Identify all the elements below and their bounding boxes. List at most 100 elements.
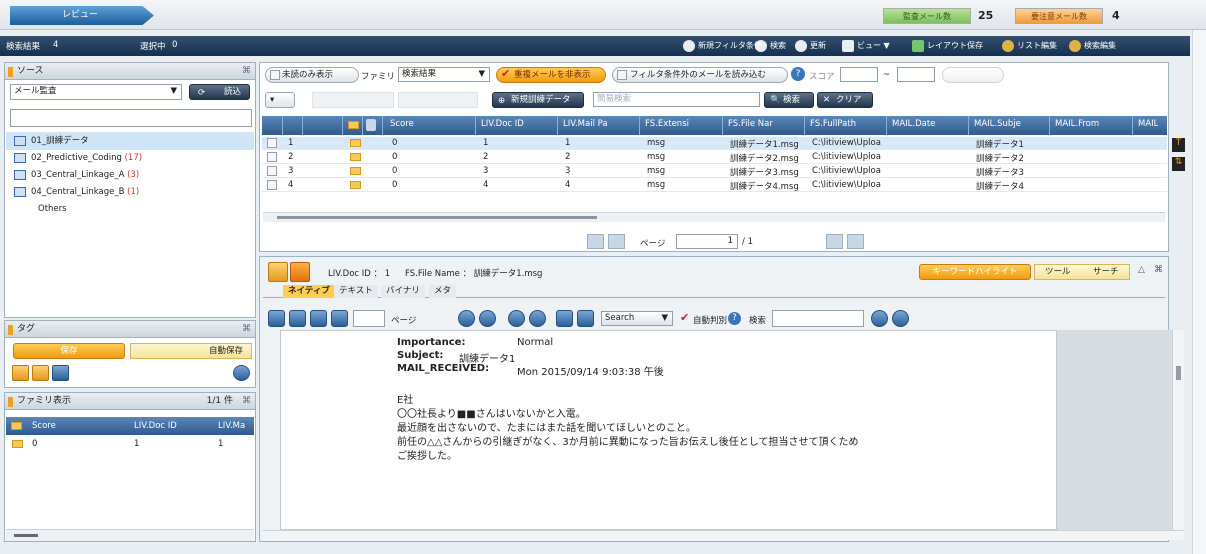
help-icon[interactable]: ? [791,67,805,81]
search-tab[interactable]: サーチ [1093,265,1119,279]
search-mode-select[interactable]: Search ▼ [601,311,673,326]
search-button[interactable]: 検索 [753,38,790,54]
row-checkbox[interactable] [267,138,277,148]
find-next-icon[interactable] [892,310,909,327]
tree-item-training[interactable]: 01_訓練データ [14,133,89,149]
tab-native[interactable]: ネイティブ [283,285,335,298]
tree-item-central-a[interactable]: 03_Central_Linkage_A (3) [14,167,139,183]
viewer-back-icon[interactable] [268,262,288,282]
family-select[interactable]: 検索結果 ▼ [398,67,490,82]
tree-item-others[interactable]: Others [14,201,67,217]
close-icon[interactable]: ⌘ [242,63,251,80]
quick-search-input[interactable]: 簡易検索 [593,92,760,107]
pen-icon[interactable] [268,310,285,327]
tag-add-icon[interactable] [12,365,29,381]
source-filter-input[interactable] [10,109,252,127]
tree-item-predictive[interactable]: 02_Predictive_Coding (17) [14,150,142,166]
family-hscrollbar[interactable] [6,529,254,541]
tab-meta[interactable]: メタ [429,285,457,298]
col-score[interactable]: Score [390,119,414,129]
load-button[interactable]: ⟳ 読込 [189,84,250,100]
col-mail-from[interactable]: MAIL.From [1055,119,1099,129]
row-menu-button[interactable]: ▾ [265,92,295,108]
tab-text[interactable]: テキスト [334,285,378,298]
rotate-left-icon[interactable] [508,310,525,327]
keyword-highlight-button[interactable]: キーワードハイライト [919,264,1031,280]
col-mail-date[interactable]: MAIL.Date [892,119,935,129]
document-hscrollbar[interactable] [263,530,1184,540]
col-mail-subject[interactable]: MAIL.Subje [974,119,1021,129]
scroll-thumb[interactable] [1176,366,1181,380]
table-row[interactable]: 1 0 1 1 msg 訓練データ1.msg C:\litiview\Uploa… [262,137,1167,150]
tools-tab[interactable]: ツール [1045,265,1071,279]
collapse-icon[interactable]: △ [1138,265,1145,275]
edit-list-button[interactable]: リスト編集 [1000,38,1061,54]
pin-icon[interactable]: ⌘ [1154,265,1163,275]
save-layout-button[interactable]: レイアウト保存 [910,38,987,54]
family-col-docid[interactable]: LIV.Doc ID [134,421,177,431]
fit-page-icon[interactable] [556,310,573,327]
view-menu-button[interactable]: ビュー ▼ [840,38,894,54]
quick-search-button[interactable]: 🔍 検索 [764,92,814,108]
sort-toggle-icon[interactable]: ⇅ [1172,157,1185,171]
zoom-out-icon[interactable] [479,310,496,327]
checkbox[interactable] [270,70,280,80]
viewer-person-icon[interactable] [290,262,310,282]
close-icon[interactable]: ⌘ [242,321,251,338]
clock-icon[interactable] [233,365,250,381]
source-select[interactable]: メール監査 ▼ [10,84,182,100]
col-extension[interactable]: FS.Extensi [645,119,689,129]
viewer-page-input[interactable] [353,310,385,327]
grid-hscrollbar[interactable] [263,212,1165,222]
family-col-score[interactable]: Score [32,421,56,431]
eraser-icon[interactable] [289,310,306,327]
edit-search-button[interactable]: 検索編集 [1067,38,1120,54]
score-min-input[interactable] [840,67,878,82]
checkbox[interactable] [617,70,627,80]
clear-button[interactable]: ✕ クリア [817,92,873,108]
row-checkbox[interactable] [267,180,277,190]
last-page-button[interactable] [847,234,864,249]
tag-save-button[interactable]: 保存 [13,343,125,359]
window-vscrollbar[interactable] [1192,30,1206,554]
viewer-search-input[interactable] [772,310,864,327]
disabled-button[interactable] [398,92,478,108]
help-icon[interactable]: ? [728,312,741,325]
disabled-button[interactable] [312,92,394,108]
tag-remove-icon[interactable] [52,365,69,381]
scroll-thumb[interactable] [277,216,597,219]
unread-only-toggle[interactable]: 未読のみ表示 [265,67,359,83]
prev-page-button[interactable] [608,234,625,249]
refresh-view-icon[interactable] [577,310,594,327]
row-checkbox[interactable] [267,152,277,162]
load-filter-toggle[interactable]: フィルタ条件外のメールを読み込む [612,67,788,83]
col-doc-id[interactable]: LIV.Doc ID [481,119,524,129]
page-next-icon[interactable] [331,310,348,327]
autosave-toggle[interactable]: 自動保存 [130,343,252,359]
tab-binary[interactable]: バイナリ [381,285,425,298]
family-col-mail[interactable]: LIV.Ma [218,421,245,431]
scroll-thumb[interactable] [14,534,38,537]
close-icon[interactable]: ⌘ [242,393,251,410]
page-prev-icon[interactable] [310,310,327,327]
row-checkbox[interactable] [267,166,277,176]
sort-desc-icon[interactable]: T [1172,138,1185,152]
zoom-in-icon[interactable] [458,310,475,327]
page-input[interactable]: 1 [676,234,738,249]
new-training-data-button[interactable]: ⊕ 新規訓練データ [492,92,584,108]
hide-duplicates-toggle[interactable]: ✔ 重複メールを非表示 [496,67,606,83]
refresh-button[interactable]: 更新 [793,38,830,54]
col-full-path[interactable]: FS.FullPath [810,119,856,129]
table-row[interactable]: 2 0 2 2 msg 訓練データ2.msg C:\litiview\Uploa… [262,151,1167,164]
document-vscrollbar[interactable] [1172,330,1184,530]
first-page-button[interactable] [587,234,604,249]
table-row[interactable]: 3 0 3 3 msg 訓練データ3.msg C:\litiview\Uploa… [262,165,1167,178]
rotate-right-icon[interactable] [529,310,546,327]
score-apply-button[interactable] [942,67,1004,83]
family-row[interactable]: 0 1 1 [6,437,254,451]
review-tab[interactable]: レビュー [10,6,154,25]
next-page-button[interactable] [826,234,843,249]
col-file-name[interactable]: FS.File Nar [728,119,773,129]
find-prev-icon[interactable] [871,310,888,327]
col-mail-path[interactable]: LIV.Mail Pa [563,119,608,129]
